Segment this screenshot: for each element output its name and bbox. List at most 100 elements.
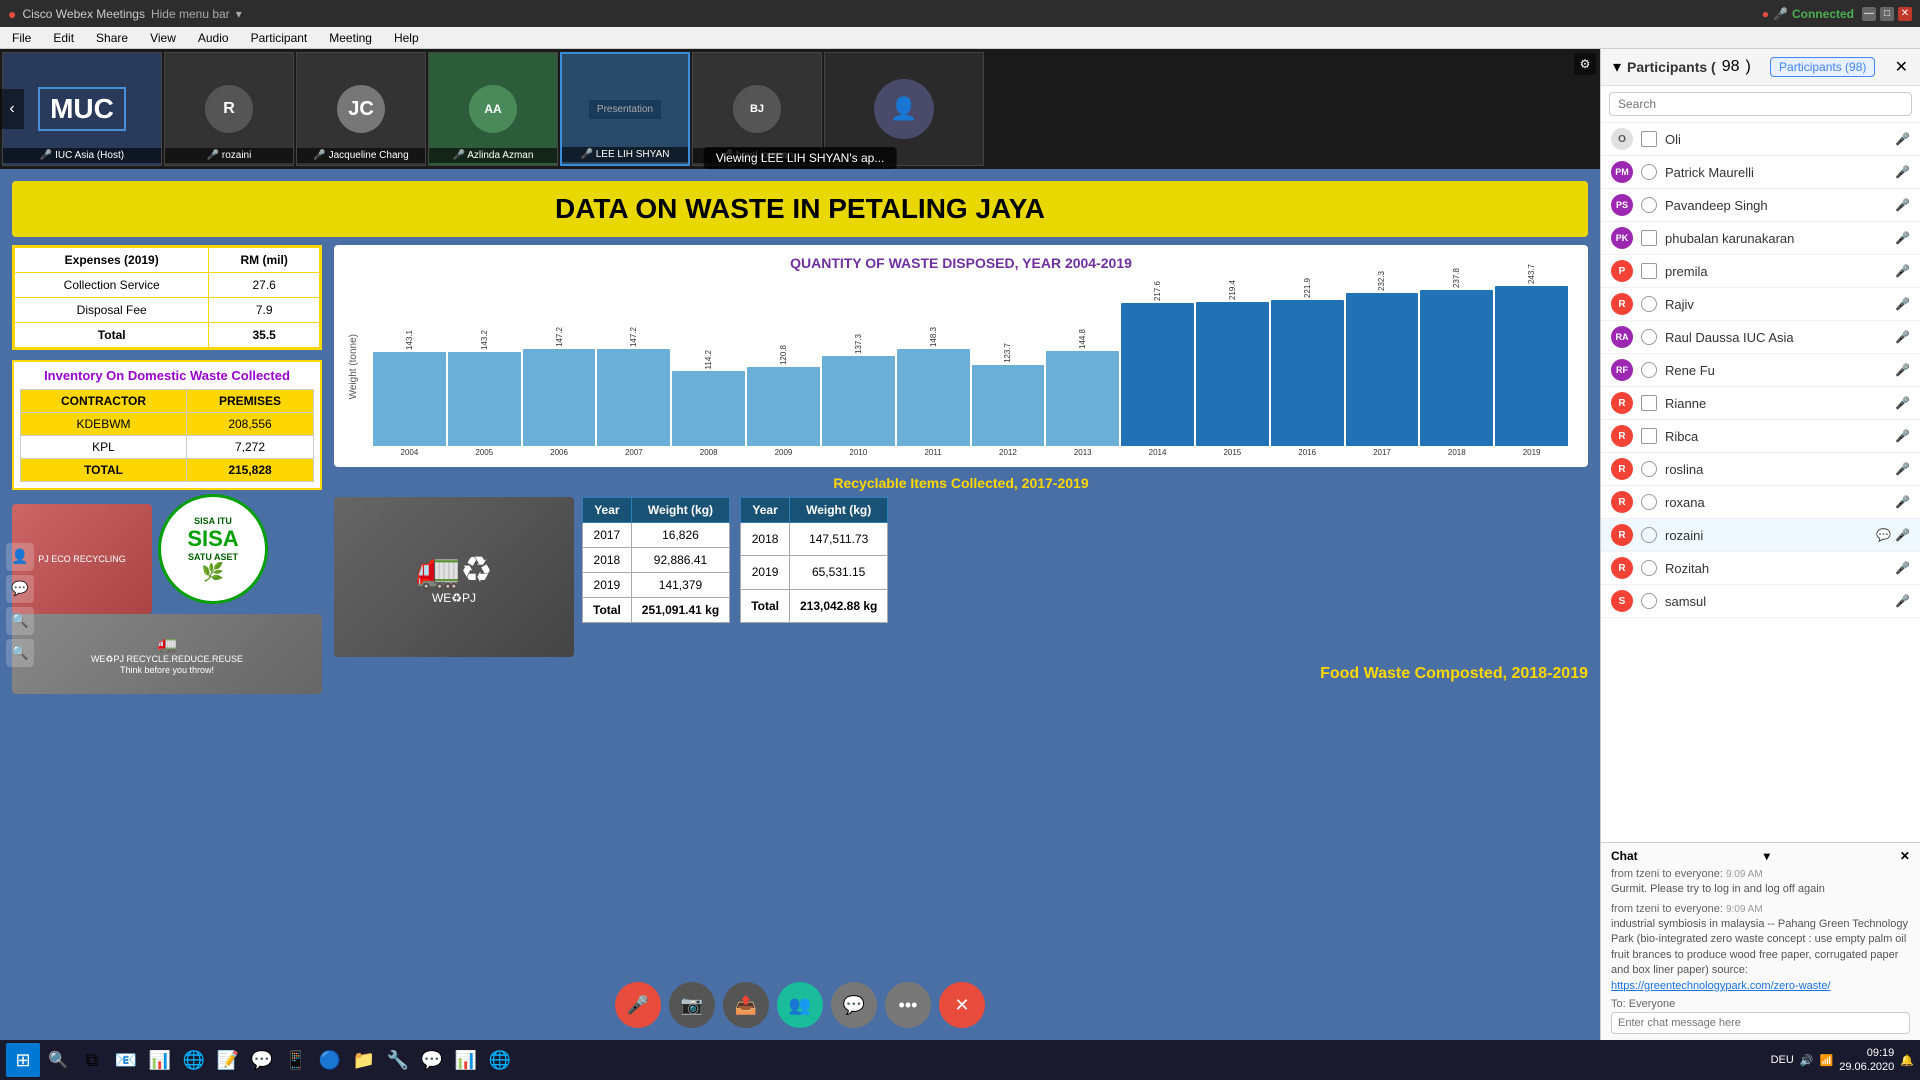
mute-participant-icon[interactable]: 🎤 [1895,528,1910,542]
bar [1346,293,1419,446]
volume-icon: 🔊 [1800,1054,1814,1067]
device-icon [1641,263,1657,279]
settings-icon[interactable]: ⚙ [1574,53,1596,75]
taskbar-app-app3[interactable]: 📁 [348,1044,380,1076]
menu-edit[interactable]: Edit [49,29,78,47]
sisa-logo: SISA ITU SISA SATU ASET 🌿 [158,494,268,604]
bar-year-label: 2019 [1523,448,1541,457]
avatar: R [1611,491,1633,513]
search-input[interactable] [1609,92,1912,116]
bar-year-label: 2009 [775,448,793,457]
chat-collapse-icon[interactable]: ▾ [1764,849,1770,863]
menu-file[interactable]: File [8,29,35,47]
chat-text-1: Gurmit. Please try to log in and log off… [1611,882,1910,897]
scroll-left-btn[interactable]: ‹ [0,89,24,129]
mic-icon: 🎤 [1895,429,1910,443]
bar [897,349,970,446]
notification-icon[interactable]: 🔔 [1900,1054,1914,1067]
taskbar-app-chrome[interactable]: 🔵 [314,1044,346,1076]
bar-value-label: 114.2 [704,350,713,369]
taskbar-app-excel[interactable]: 📊 [144,1044,176,1076]
nav-zoom-out-icon[interactable]: 🔍 [6,639,34,667]
collapse-icon[interactable]: ▾ [1613,57,1621,77]
list-item: PS Pavandeep Singh 🎤 [1601,189,1920,222]
share-button[interactable]: 📤 [723,982,769,1028]
chat-sender-2: from tzeni to everyone: [1611,903,1723,915]
taskbar-app-edge[interactable]: 🌐 [178,1044,210,1076]
inventory-box: Inventory On Domestic Waste Collected CO… [12,360,322,490]
menu-meeting[interactable]: Meeting [325,29,376,47]
connection-status: ● 🎤 Connected [1762,7,1854,21]
inv-row-0-0: KDEBWM [21,413,187,436]
start-button[interactable]: ⊞ [6,1043,40,1077]
list-item: S samsul 🎤 [1601,585,1920,618]
maximize-button[interactable]: □ [1880,7,1894,21]
clock-date: 29.06.2020 [1839,1060,1894,1074]
avatar: O [1611,128,1633,150]
taskbar-app-taskview[interactable]: ⧉ [76,1044,108,1076]
bar-year-label: 2017 [1373,448,1391,457]
nav-chat-icon[interactable]: 💬 [6,575,34,603]
rt1-r1-c1: 92,886.41 [631,548,729,573]
bar [972,365,1045,446]
mic-icon: 🎤 [1895,165,1910,179]
menu-help[interactable]: Help [390,29,423,47]
rt2-r2-c0: Total [741,589,790,622]
menu-audio[interactable]: Audio [194,29,233,47]
close-button[interactable]: ✕ [1898,7,1912,21]
more-button[interactable]: ••• [885,982,931,1028]
taskbar-app-wechat[interactable]: 💬 [246,1044,278,1076]
chat-to-value: Everyone [1629,998,1675,1010]
bar-wrapper: 144.82013 [1046,329,1119,457]
nav-zoom-in-icon[interactable]: 🔍 [6,607,34,635]
content-area: ‹ MUC 🎤 IUC Asia (Host) R 🎤 rozaini [0,49,1600,1040]
app-title: Cisco Webex Meetings [22,7,145,21]
chat-input[interactable] [1611,1012,1910,1034]
mute-button[interactable]: 🎤 [615,982,661,1028]
chat-close-icon[interactable]: ✕ [1900,849,1910,863]
chat-participant-icon[interactable]: 💬 [1876,528,1891,542]
bar-wrapper: 221.92016 [1271,278,1344,457]
clock-display: 09:19 29.06.2020 [1839,1046,1894,1075]
search-button[interactable]: 🔍 [44,1046,72,1074]
chat-button[interactable]: 💬 [831,982,877,1028]
sidebar-close-icon[interactable]: ✕ [1895,57,1908,77]
taskbar-app-word[interactable]: 📝 [212,1044,244,1076]
minimize-button[interactable]: — [1862,7,1876,21]
bar-year-label: 2005 [475,448,493,457]
avatar: PK [1611,227,1633,249]
end-button[interactable]: ✕ [939,982,985,1028]
menu-view[interactable]: View [146,29,180,47]
taskbar-app-mail[interactable]: 📧 [110,1044,142,1076]
nav-people-icon[interactable]: 👤 [6,543,34,571]
bar-value-label: 221.9 [1303,278,1312,298]
menu-share[interactable]: Share [92,29,132,47]
menu-participant[interactable]: Participant [247,29,312,47]
taskbar-app-browser[interactable]: 🌐 [484,1044,516,1076]
inventory-table: CONTRACTOR PREMISES KDEBWM 208,556 [20,389,314,482]
chat-link[interactable]: https://greentechnologypark.com/zero-was… [1611,980,1831,992]
participant-name: Rozitah [1665,561,1887,576]
taskbar-app-app4[interactable]: 🔧 [382,1044,414,1076]
participant-name: Ribca [1665,429,1887,444]
hide-menu-btn[interactable]: Hide menu bar [151,7,230,21]
participants-button[interactable]: 👥 [777,982,823,1028]
avatar: R [1611,392,1633,414]
taskbar-app-app2[interactable]: 📱 [280,1044,312,1076]
participant-name: rozaini [1665,528,1868,543]
participant-name: Rianne [1665,396,1887,411]
rt2-r1-c1: 65,531.15 [789,556,887,589]
taskbar-app-ppt[interactable]: 📊 [450,1044,482,1076]
search-bar-area [1601,86,1920,123]
inv-row-0-1: 208,556 [187,413,314,436]
participant-name: samsul [1665,594,1887,609]
bar [1495,286,1568,446]
list-item: R Rianne 🎤 [1601,387,1920,420]
bar [1046,351,1119,446]
bar-wrapper: 148.32011 [897,327,970,457]
taskbar-language: DEU [1771,1054,1794,1066]
thumb-label-rozaini: 🎤 rozaini [165,148,293,163]
taskbar-app-skype[interactable]: 💬 [416,1044,448,1076]
video-button[interactable]: 📷 [669,982,715,1028]
avatar: R [1611,557,1633,579]
